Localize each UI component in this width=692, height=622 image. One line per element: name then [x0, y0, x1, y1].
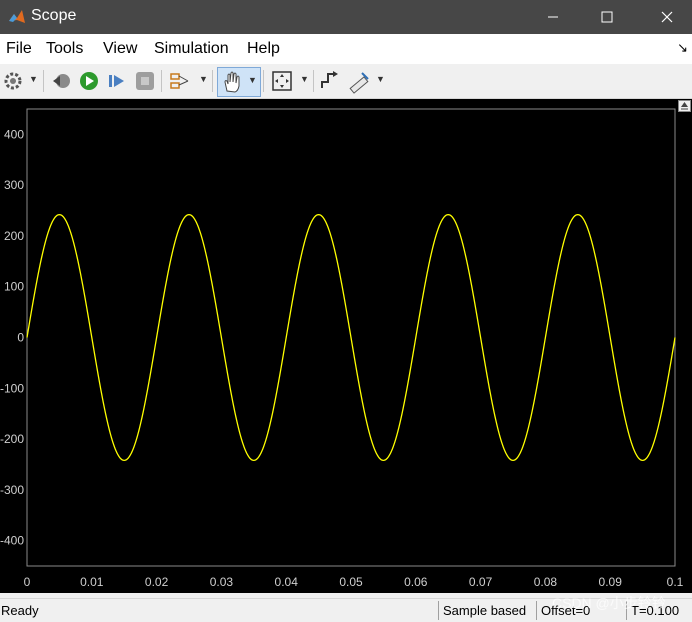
status-bar: Ready Sample based Offset=0 T=0.100 CSDN… [0, 595, 692, 622]
toolbar-separator [212, 70, 213, 92]
menu-view[interactable]: View [103, 40, 137, 58]
signal-highlight-icon[interactable] [168, 68, 194, 94]
dock-arrow-icon[interactable]: ↘ [677, 40, 688, 56]
maximize-button[interactable] [584, 0, 630, 34]
matlab-logo-icon [9, 10, 25, 23]
x-tick-label: 0.07 [469, 575, 493, 589]
y-tick-label: 0 [17, 331, 24, 345]
x-tick-label: 0.05 [339, 575, 363, 589]
toolbar-separator [313, 70, 314, 92]
x-tick-label: 0.02 [145, 575, 169, 589]
close-button[interactable] [644, 0, 690, 34]
y-tick-label: 300 [4, 178, 24, 192]
x-tick-label: 0.06 [404, 575, 428, 589]
status-separator [438, 601, 439, 620]
zoom-dropdown-icon[interactable]: ▼ [300, 74, 309, 84]
window-title: Scope [31, 7, 77, 24]
minimize-icon [548, 16, 558, 18]
measurements-dropdown-icon[interactable]: ▼ [376, 74, 385, 84]
x-tick-label: 0 [24, 575, 31, 589]
highlight-dropdown-icon[interactable]: ▼ [199, 74, 208, 84]
stop-icon[interactable] [134, 68, 156, 94]
menu-simulation[interactable]: Simulation [154, 40, 229, 58]
step-forward-icon[interactable] [106, 68, 128, 94]
toolbar-separator [161, 70, 162, 92]
scope-display[interactable]: 0 0.01 0.02 0.03 0.04 0.05 0.06 0.07 0.08 0.09 0.1… [0, 99, 692, 593]
scope-plot[interactable]: 0 0.01 0.02 0.03 0.04 0.05 0.06 0.07 0.08 0.09 0.1… [0, 99, 692, 593]
x-tick-label: 0.09 [599, 575, 623, 589]
menu-file[interactable]: File [6, 40, 32, 58]
gear-icon[interactable] [2, 68, 24, 94]
close-icon [661, 11, 673, 23]
hand-pan-icon [224, 71, 240, 93]
x-tick-label: 0.04 [275, 575, 299, 589]
y-tick-label: -300 [0, 483, 24, 497]
y-tick-label: -100 [0, 381, 24, 395]
y-tick-label: 400 [4, 127, 24, 141]
status-separator [536, 601, 537, 620]
toolbar-separator [43, 70, 44, 92]
triggers-icon[interactable] [319, 68, 341, 94]
pan-dropdown-icon[interactable]: ▼ [248, 75, 257, 85]
y-tick-label: -200 [0, 432, 24, 446]
watermark: CSDN @小步铃铃 [552, 595, 666, 611]
axes-restore-icon[interactable] [678, 100, 691, 112]
y-tick-label: 100 [4, 280, 24, 294]
x-tick-label: 0.08 [534, 575, 558, 589]
toolbar: ▼ ▼ ▼ ▼ ▼ [0, 64, 692, 99]
settings-dropdown-icon[interactable]: ▼ [29, 74, 38, 84]
zoom-fit-icon[interactable] [270, 68, 294, 94]
y-tick-label: -400 [0, 534, 24, 548]
minimize-button[interactable] [530, 0, 576, 34]
x-tick-label: 0.01 [80, 575, 104, 589]
pan-button[interactable]: ▼ [217, 67, 261, 97]
status-ready: Ready [1, 603, 39, 618]
status-sample-mode: Sample based [443, 603, 527, 618]
toolbar-separator [263, 70, 264, 92]
menu-tools[interactable]: Tools [46, 40, 83, 58]
x-tick-label: 0.1 [667, 575, 684, 589]
menu-bar: File Tools View Simulation Help ↘ [0, 34, 692, 64]
measurements-icon[interactable] [347, 68, 371, 94]
x-tick-label: 0.03 [210, 575, 234, 589]
y-tick-label: 200 [4, 229, 24, 243]
run-icon[interactable] [78, 68, 100, 94]
step-back-icon[interactable] [50, 68, 72, 94]
title-bar: Scope [0, 0, 692, 34]
maximize-icon [601, 11, 613, 23]
menu-help[interactable]: Help [247, 40, 280, 58]
